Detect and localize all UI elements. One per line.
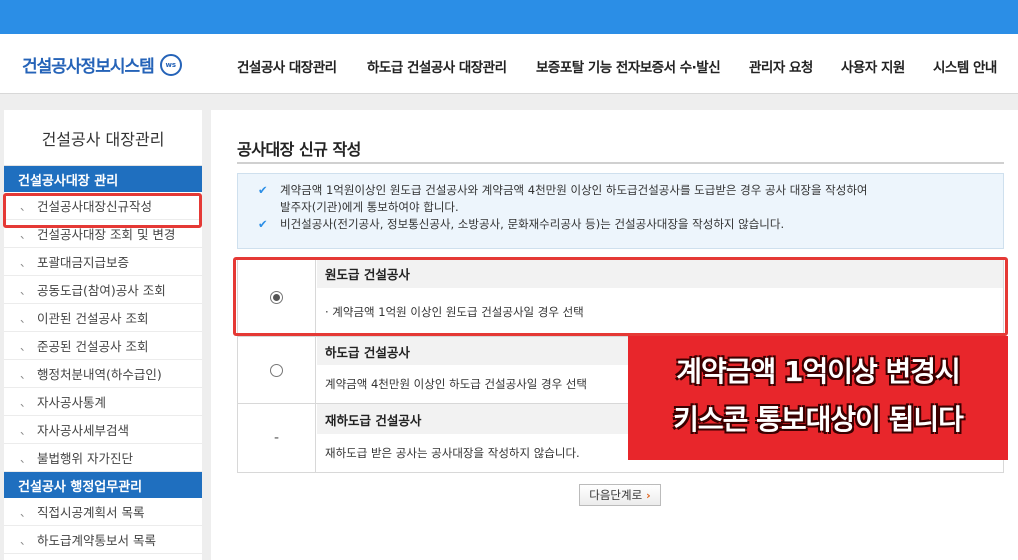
sidebar-item-self-check[interactable]: 、 불법행위 자가진단	[4, 444, 202, 472]
nav-user-support[interactable]: 사용자 지원	[841, 56, 905, 76]
sidebar-item-joint-contract[interactable]: 、 공동도급(참여)공사 조회	[4, 276, 202, 304]
notice-line: ✔ 계약금액 1억원이상인 원도급 건설공사와 계약금액 4천만원 이상인 하도…	[258, 182, 1003, 199]
sidebar-item-label: 공동도급(참여)공사 조회	[37, 283, 166, 298]
next-step-button[interactable]: 다음단계로 ›	[579, 484, 661, 506]
radio-cell	[238, 337, 316, 403]
sidebar-item-company-stats[interactable]: 、 자사공사통계	[4, 388, 202, 416]
sidebar-item-payment-guarantee[interactable]: 、 포괄대금지급보증	[4, 248, 202, 276]
sidebar-item-label: 불법행위 자가진단	[37, 451, 133, 466]
annotation-callout: 계약금액 1억이상 변경시 키스콘 통보대상이 됩니다	[628, 336, 1008, 460]
logo[interactable]: 건설공사정보시스템 ws	[22, 52, 182, 77]
sidebar-title: 건설공사 대장관리	[4, 110, 202, 166]
check-icon: ✔	[258, 183, 268, 197]
notice-text: 발주자(기관)에게 통보하여야 합니다.	[280, 200, 459, 214]
sidebar-item-detail-search[interactable]: 、 자사공사세부검색	[4, 416, 202, 444]
sidebar: 건설공사 대장관리 건설공사대장 관리 、 건설공사대장신규작성 、 건설공사대장 …	[4, 110, 202, 560]
logo-text: 건설공사정보시스템	[22, 57, 155, 77]
sidebar-item-label: 자사공사세부검색	[37, 423, 130, 438]
highlight-box-sidebar	[3, 193, 202, 228]
sidebar-item-label: 포괄대금지급보증	[37, 255, 130, 270]
radio-subcontract[interactable]	[270, 363, 283, 377]
notice-text: 비건설공사(전기공사, 정보통신공사, 소방공사, 문화재수리공사 등)는 건설…	[280, 217, 785, 231]
sidebar-item-label: 준공된 건설공사 조회	[37, 339, 149, 354]
nav-admin-request[interactable]: 관리자 요청	[749, 56, 813, 76]
logo-badge-icon: ws	[159, 53, 182, 76]
sidebar-item-transferred[interactable]: 、 이관된 건설공사 조회	[4, 304, 202, 332]
bullet-mark: 、	[20, 395, 31, 409]
notice-text: 계약금액 1억원이상인 원도급 건설공사와 계약금액 4천만원 이상인 하도급건…	[280, 183, 868, 197]
bullet-mark: 、	[20, 311, 31, 325]
sidebar-item-label: 행정처분내역(하수급인)	[37, 367, 162, 382]
bullet-mark: 、	[20, 533, 31, 547]
bullet-mark: 、	[20, 423, 31, 437]
top-bar	[0, 0, 1018, 34]
sidebar-item-completed[interactable]: 、 준공된 건설공사 조회	[4, 332, 202, 360]
dash-marker: -	[273, 430, 280, 446]
bullet-mark: 、	[20, 339, 31, 353]
header: 건설공사정보시스템 ws 건설공사 대장관리 하도급 건설공사 대장관리 보증포…	[0, 34, 1018, 94]
highlight-box-option	[233, 257, 1008, 336]
bullet-mark: 、	[20, 255, 31, 269]
nav-guarantee-portal[interactable]: 보증포탈 기능 전자보증서 수·발신	[536, 56, 721, 76]
bullet-mark: 、	[20, 283, 31, 297]
nav-subcontract-ledger[interactable]: 하도급 건설공사 대장관리	[367, 56, 507, 76]
page-title: 공사대장 신규 작성	[237, 140, 361, 159]
check-icon: ✔	[258, 217, 268, 231]
sidebar-section-admin: 건설공사 행정업무관리	[4, 472, 202, 498]
notice-line: ✔ 비건설공사(전기공사, 정보통신공사, 소방공사, 문화재수리공사 등)는 …	[258, 216, 1003, 233]
sidebar-section-ledger: 건설공사대장 관리	[4, 166, 202, 192]
notice-box: ✔ 계약금액 1억원이상인 원도급 건설공사와 계약금액 4천만원 이상인 하도…	[237, 173, 1004, 249]
sidebar-item-subcontract-notice[interactable]: 、 하도급계약통보서 목록	[4, 526, 202, 554]
bullet-mark: 、	[20, 367, 31, 381]
radio-cell: -	[238, 404, 316, 472]
nav-construction-ledger[interactable]: 건설공사 대장관리	[237, 56, 337, 76]
sidebar-item-sanctions[interactable]: 、 행정처분내역(하수급인)	[4, 360, 202, 388]
sidebar-item-label: 하도급계약통보서 목록	[37, 533, 156, 548]
sidebar-item-label: 직접시공계획서 목록	[37, 505, 145, 520]
bullet-mark: 、	[20, 505, 31, 519]
next-step-label: 다음단계로	[589, 488, 643, 502]
sidebar-item-label: 이관된 건설공사 조회	[37, 311, 149, 326]
bullet-mark: 、	[20, 451, 31, 465]
sidebar-item-direct-plan[interactable]: 、 직접시공계획서 목록	[4, 498, 202, 526]
callout-line-2: 키스콘 통보대상이 됩니다	[673, 403, 964, 436]
title-divider	[237, 162, 1004, 164]
arrow-right-icon: ›	[646, 488, 651, 502]
nav-system-info[interactable]: 시스템 안내	[933, 56, 997, 76]
callout-line-1: 계약금액 1억이상 변경시	[676, 355, 961, 388]
sidebar-item-label: 자사공사통계	[37, 395, 107, 410]
